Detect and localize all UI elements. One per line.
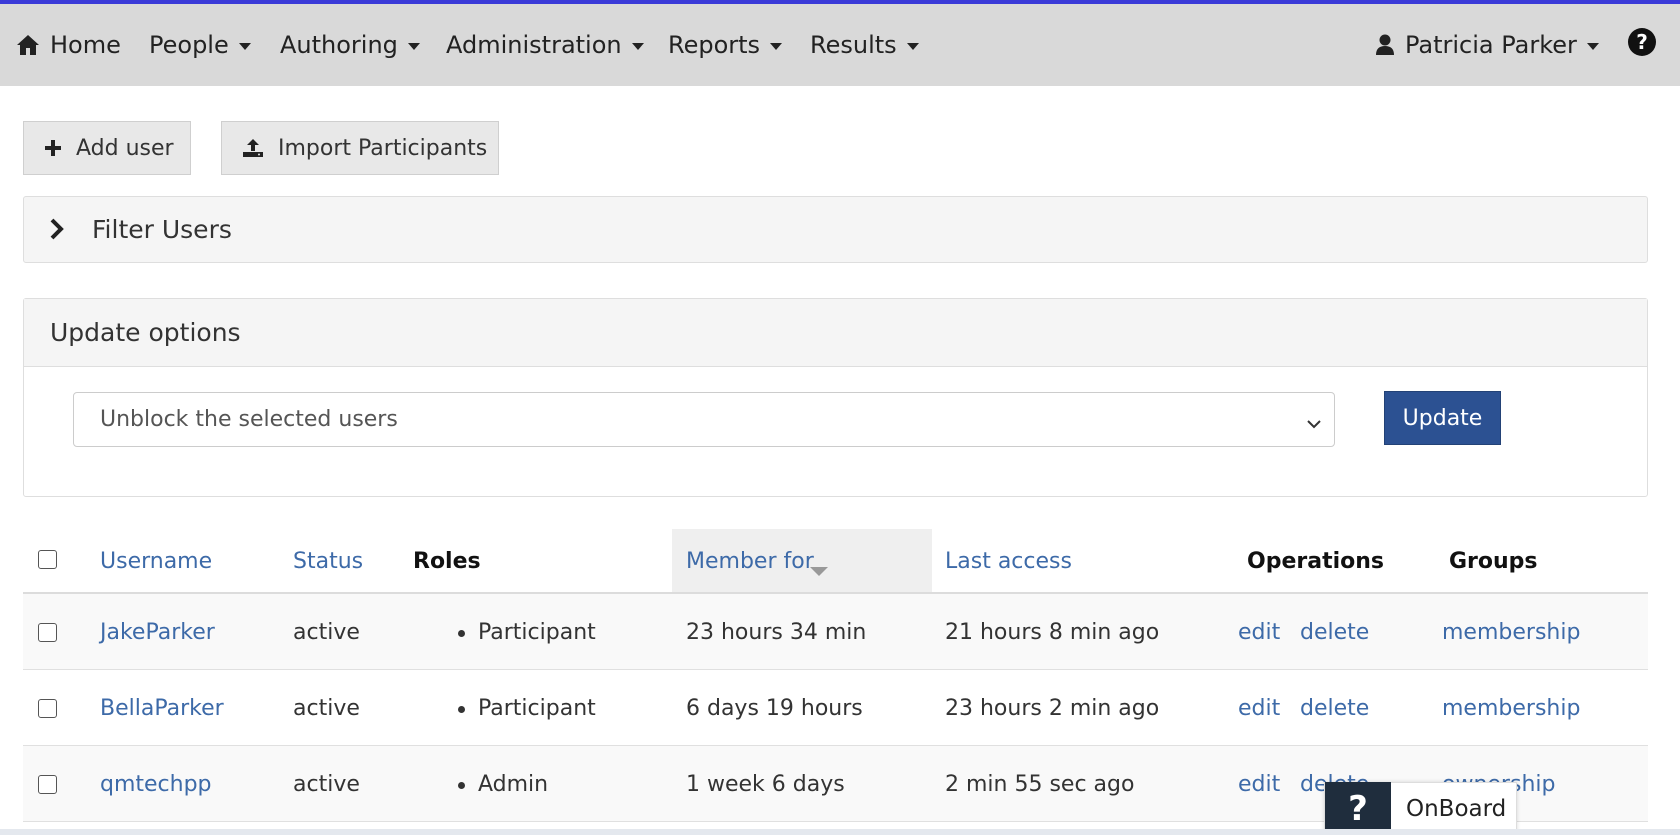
th-last-access[interactable]: Last access	[945, 549, 1072, 574]
select-all-checkbox[interactable]	[38, 550, 57, 569]
nav-home-label: Home	[50, 31, 121, 59]
delete-link[interactable]: delete	[1300, 620, 1369, 645]
filter-users-title: Filter Users	[92, 215, 232, 244]
status-text: active	[293, 772, 360, 797]
caret-down-icon	[770, 43, 783, 50]
bullet	[458, 630, 465, 637]
plus-icon	[44, 139, 62, 157]
nav-reports[interactable]: Reports	[668, 4, 783, 86]
group-link[interactable]: membership	[1442, 696, 1580, 721]
help-button[interactable]: ?	[1627, 4, 1657, 86]
onboard-widget[interactable]: ? OnBoard	[1324, 782, 1517, 835]
th-username[interactable]: Username	[100, 549, 212, 574]
table-row: BellaParker active Participant 6 days 19…	[23, 670, 1648, 746]
last-access-text: 2 min 55 sec ago	[945, 772, 1135, 797]
nav-home[interactable]: Home	[16, 4, 121, 86]
member-for-text: 23 hours 34 min	[686, 620, 867, 645]
nav-authoring-label: Authoring	[280, 31, 398, 59]
nav-reports-label: Reports	[668, 31, 761, 59]
username-link[interactable]: qmtechpp	[100, 772, 212, 797]
filter-users-panel[interactable]: Filter Users	[23, 196, 1648, 263]
user-name: Patricia Parker	[1405, 31, 1577, 59]
row-checkbox[interactable]	[38, 623, 57, 642]
caret-down-icon	[1586, 43, 1599, 50]
row-checkbox[interactable]	[38, 699, 57, 718]
nav-results-label: Results	[810, 31, 897, 59]
th-groups: Groups	[1449, 549, 1538, 574]
user-menu[interactable]: Patricia Parker	[1375, 4, 1599, 86]
th-operations: Operations	[1247, 549, 1384, 574]
user-icon	[1375, 34, 1395, 56]
member-for-text: 1 week 6 days	[686, 772, 845, 797]
chevron-right-icon	[50, 218, 64, 244]
import-participants-label: Import Participants	[278, 135, 488, 161]
table-row: JakeParker active Participant 23 hours 3…	[23, 594, 1648, 670]
help-icon: ?	[1627, 27, 1657, 63]
bottom-strip	[0, 829, 1680, 835]
role-text: Participant	[478, 620, 596, 645]
edit-link[interactable]: edit	[1238, 620, 1280, 645]
group-link[interactable]: membership	[1442, 620, 1580, 645]
chevron-down-icon	[1306, 411, 1322, 436]
upload-icon	[242, 138, 264, 158]
th-member-for[interactable]: Member for	[686, 549, 814, 574]
update-options-header: Update options	[24, 299, 1647, 367]
sort-desc-icon	[810, 562, 828, 581]
nav-people-label: People	[149, 31, 229, 59]
nav-results[interactable]: Results	[810, 4, 919, 86]
import-participants-button[interactable]: Import Participants	[221, 121, 499, 175]
caret-down-icon	[631, 43, 644, 50]
role-text: Participant	[478, 696, 596, 721]
username-link[interactable]: JakeParker	[100, 620, 215, 645]
update-button[interactable]: Update	[1384, 391, 1501, 445]
bullet	[458, 782, 465, 789]
th-roles: Roles	[413, 549, 481, 574]
last-access-text: 21 hours 8 min ago	[945, 620, 1160, 645]
caret-down-icon	[407, 43, 420, 50]
edit-link[interactable]: edit	[1238, 772, 1280, 797]
bullet	[458, 706, 465, 713]
nav-people[interactable]: People	[149, 4, 251, 86]
status-text: active	[293, 696, 360, 721]
add-user-button[interactable]: Add user	[23, 121, 191, 175]
question-mark-icon: ?	[1325, 782, 1391, 835]
nav-administration-label: Administration	[446, 31, 622, 59]
svg-text:?: ?	[1636, 30, 1648, 54]
add-user-label: Add user	[76, 135, 174, 161]
row-checkbox[interactable]	[38, 775, 57, 794]
delete-link[interactable]: delete	[1300, 696, 1369, 721]
role-text: Admin	[478, 772, 549, 797]
caret-down-icon	[906, 43, 919, 50]
username-link[interactable]: BellaParker	[100, 696, 224, 721]
onboard-label: OnBoard	[1406, 795, 1507, 822]
update-action-select[interactable]: Unblock the selected users	[73, 392, 1335, 447]
member-for-text: 6 days 19 hours	[686, 696, 863, 721]
update-options-title: Update options	[50, 318, 241, 347]
home-icon	[16, 34, 40, 56]
nav-administration[interactable]: Administration	[446, 4, 644, 86]
th-status[interactable]: Status	[293, 549, 363, 574]
caret-down-icon	[238, 43, 251, 50]
update-action-selected: Unblock the selected users	[100, 407, 398, 432]
edit-link[interactable]: edit	[1238, 696, 1280, 721]
status-text: active	[293, 620, 360, 645]
nav-authoring[interactable]: Authoring	[280, 4, 420, 86]
main-navbar: Home People Authoring Administration Rep…	[0, 4, 1680, 86]
last-access-text: 23 hours 2 min ago	[945, 696, 1160, 721]
